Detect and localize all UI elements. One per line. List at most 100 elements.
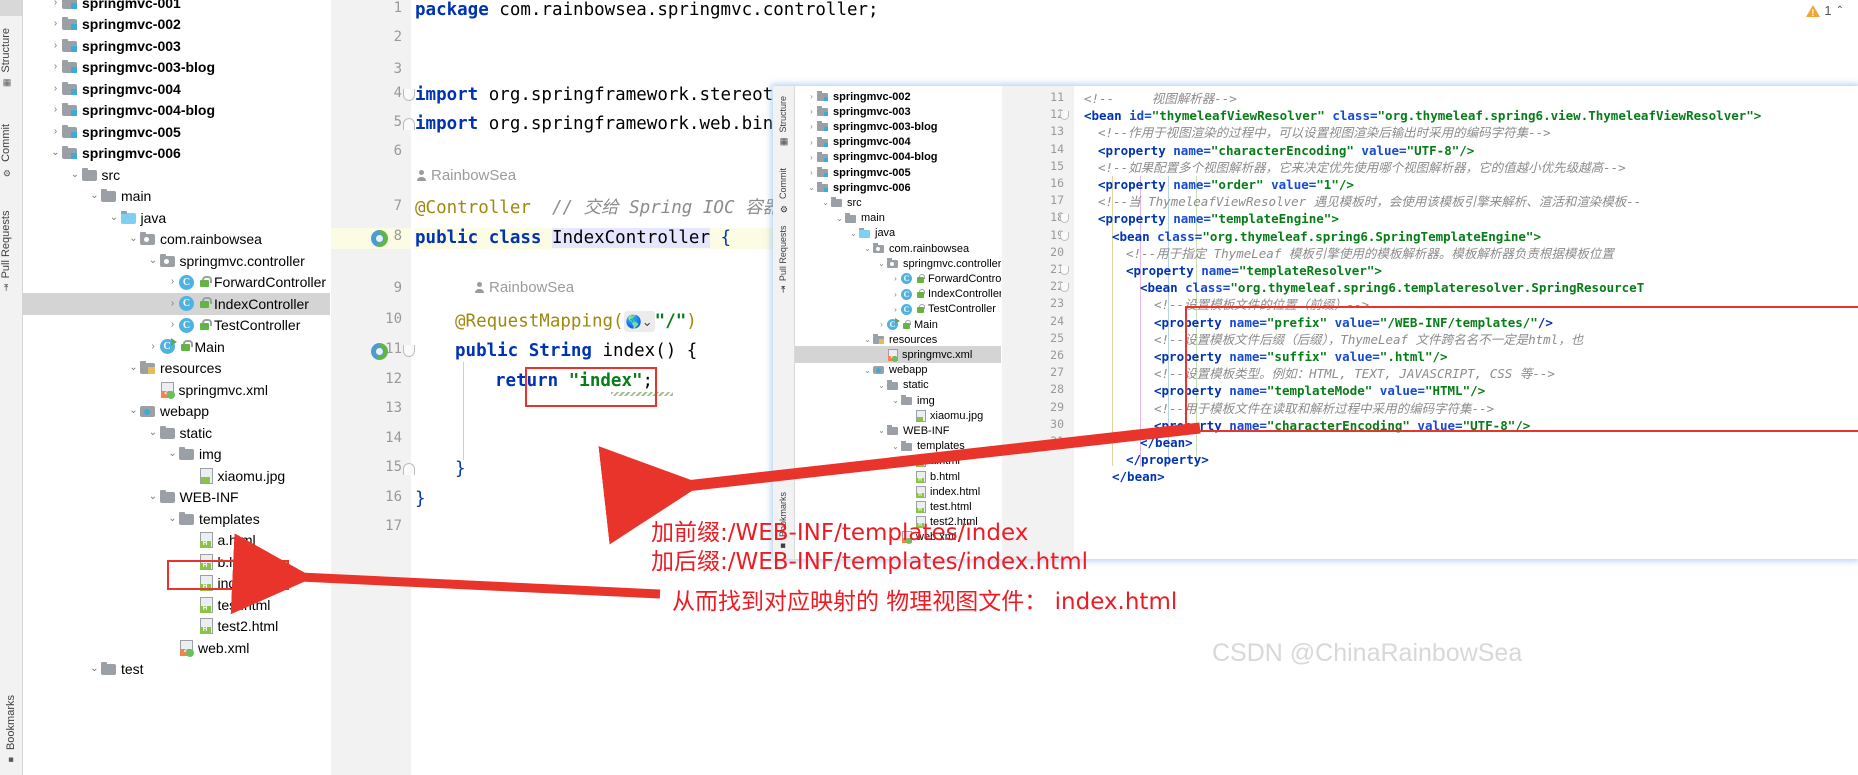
inset-code-fold-toggle[interactable] <box>1060 111 1069 121</box>
tree-expand-arrow[interactable]: › <box>49 0 62 8</box>
inset-code-fold-toggle[interactable] <box>1060 214 1069 224</box>
inset-code-fold-toggle[interactable] <box>1060 231 1069 241</box>
inset-tree-expand-arrow[interactable]: ⌄ <box>848 229 859 238</box>
tree-expand-arrow[interactable]: ⌄ <box>127 234 140 244</box>
tree-expand-arrow[interactable]: ⌄ <box>166 449 179 459</box>
inset-code-editor[interactable]: 11 12 13 14 15 16 17 18 19 20 21 22 23 24 25 26 27 28 29 30… <box>1002 86 1858 559</box>
tree-expand-arrow[interactable]: ⌄ <box>69 169 82 180</box>
inset-tree-expand-arrow[interactable]: › <box>890 290 901 299</box>
tree-expand-arrow[interactable]: ⌄ <box>147 492 160 502</box>
inset-tree-expand-arrow[interactable]: ⌄ <box>806 183 817 192</box>
tree-item-b-html[interactable]: ›Hb.html <box>23 551 330 573</box>
tree-expand-arrow[interactable]: › <box>49 40 62 51</box>
inset-editor-code-area[interactable]: <!-- 视图解析器--> <bean id="thymeleafViewReso… <box>1076 86 1858 559</box>
tree-expand-arrow[interactable]: ⌄ <box>88 664 101 674</box>
spring-bean-gutter-icon[interactable] <box>371 230 388 247</box>
tree-expand-arrow[interactable]: ⌄ <box>127 406 140 416</box>
tree-item-test-html[interactable]: ›Htest.html <box>23 594 330 616</box>
tree-item-templates[interactable]: ⌄ templates <box>23 508 330 530</box>
inset-tree-expand-arrow[interactable]: ⌄ <box>876 381 887 390</box>
tree-expand-arrow[interactable]: › <box>49 105 62 115</box>
tree-item-xiaomu-jpg[interactable]: ›xiaomu.jpg <box>23 465 330 487</box>
project-tree-panel[interactable]: › springmvc-001 › springmvc-002 › springmvc-0… <box>23 0 330 775</box>
tool-button-structure[interactable]: ▦ Structure <box>0 22 12 94</box>
tool-button-commit[interactable]: ⚙ Commit <box>0 118 12 183</box>
tree-item-com-rainbowsea[interactable]: ⌄ com.rainbowsea <box>23 229 330 251</box>
tree-item-img[interactable]: ⌄ img <box>23 444 330 466</box>
tree-item-springmvc-001[interactable]: › springmvc-001 <box>23 0 330 14</box>
tree-item-resources[interactable]: ⌄ resources <box>23 358 330 380</box>
inset-tree-expand-arrow[interactable]: ⌄ <box>876 426 887 435</box>
tree-item-springmvc-002[interactable]: › springmvc-002 <box>23 14 330 36</box>
tree-expand-arrow[interactable]: ⌄ <box>166 513 179 524</box>
tree-expand-arrow[interactable]: ⌄ <box>147 427 160 438</box>
inset-tree-expand-arrow[interactable]: ⌄ <box>862 244 873 253</box>
code-fold-toggle[interactable] <box>403 89 415 101</box>
tree-item-webapp[interactable]: ⌄ webapp <box>23 401 330 423</box>
tree-expand-arrow[interactable]: › <box>49 126 62 137</box>
inset-tree-expand-arrow[interactable]: ⌄ <box>862 366 873 375</box>
inset-tree-expand-arrow[interactable]: › <box>806 153 817 162</box>
tree-expand-arrow[interactable]: › <box>166 277 179 287</box>
tree-item-springmvc-006[interactable]: ⌄ springmvc-006 <box>23 143 330 165</box>
tree-item-springmvc-004[interactable]: › springmvc-004 <box>23 78 330 100</box>
inset-tree-expand-arrow[interactable]: › <box>806 92 817 101</box>
tree-item-indexcontroller[interactable]: › C IndexController <box>23 293 330 315</box>
tree-item-src[interactable]: ⌄ src <box>23 164 330 186</box>
inset-tool-button-structure[interactable]: ▦ Structure <box>778 96 788 147</box>
inset-tree-expand-arrow[interactable]: › <box>806 122 817 131</box>
inspection-warning-indicator[interactable]: 1 ⌃ <box>1806 3 1844 18</box>
tree-expand-arrow[interactable]: ⌄ <box>88 191 101 201</box>
tree-item-static[interactable]: ⌄ static <box>23 422 330 444</box>
tree-expand-arrow[interactable]: › <box>147 341 160 352</box>
tree-item-springmvc-controller[interactable]: ⌄ springmvc.controller <box>23 250 330 272</box>
inset-tree-expand-arrow[interactable]: ⌄ <box>862 335 873 344</box>
inset-tool-button-commit[interactable]: ⚙ Commit <box>778 168 788 213</box>
tree-item-springmvc-003-blog[interactable]: › springmvc-003-blog <box>23 57 330 79</box>
inset-tree-expand-arrow[interactable]: ⌄ <box>834 214 845 223</box>
code-fold-toggle[interactable] <box>403 118 415 130</box>
tree-item-springmvc-005[interactable]: › springmvc-005 <box>23 121 330 143</box>
tree-expand-arrow[interactable]: › <box>49 19 62 29</box>
tree-expand-arrow[interactable]: ⌄ <box>127 363 140 373</box>
chevron-up-icon[interactable]: ⌃ <box>1836 5 1844 16</box>
code-fold-toggle[interactable] <box>403 345 415 357</box>
inset-tree-expand-arrow[interactable]: ⌄ <box>820 198 831 207</box>
tree-item-springmvc-xml[interactable]: ›<springmvc.xml <box>23 379 330 401</box>
tree-item-main[interactable]: › C Main <box>23 336 330 358</box>
inset-tree-expand-arrow[interactable]: › <box>890 305 901 314</box>
tree-expand-arrow[interactable]: ⌄ <box>49 148 62 158</box>
tree-expand-arrow[interactable]: › <box>166 298 179 309</box>
tree-item-a-html[interactable]: ›Ha.html <box>23 530 330 552</box>
tree-item-test[interactable]: ⌄ test <box>23 659 330 681</box>
tree-item-java[interactable]: ⌄ java <box>23 207 330 229</box>
inset-tree-expand-arrow[interactable]: › <box>806 168 817 177</box>
tree-item-main[interactable]: ⌄ main <box>23 186 330 208</box>
tree-expand-arrow[interactable]: › <box>49 62 62 72</box>
inset-tree-expand-arrow[interactable]: › <box>876 320 887 329</box>
tool-button-pull-requests[interactable]: ⇥ Pull Requests <box>0 205 12 297</box>
tree-item-test2-html[interactable]: ›Htest2.html <box>23 616 330 638</box>
spring-mapping-gutter-icon[interactable] <box>371 343 388 360</box>
inset-tree-expand-arrow[interactable]: ⌄ <box>890 396 901 405</box>
inset-tree-expand-arrow[interactable]: ⌄ <box>876 259 887 268</box>
tree-item-forwardcontroller[interactable]: › C ForwardController <box>23 272 330 294</box>
tree-item-web-xml[interactable]: ›<web.xml <box>23 637 330 659</box>
url-mapping-chip[interactable]: 🌎⌄ <box>623 311 655 332</box>
inset-tool-button-pull-requests[interactable]: ⇥ Pull Requests <box>778 226 788 293</box>
tree-expand-arrow[interactable]: › <box>49 83 62 94</box>
inset-code-fold-toggle[interactable] <box>1060 266 1069 275</box>
tree-item-springmvc-003[interactable]: › springmvc-003 <box>23 35 330 57</box>
tree-item-testcontroller[interactable]: › C TestController <box>23 315 330 337</box>
tree-item-index-html[interactable]: ›Hindex.html <box>23 573 330 595</box>
inset-tree-expand-arrow[interactable]: › <box>806 138 817 147</box>
inset-tree-expand-arrow[interactable]: › <box>890 274 901 283</box>
tree-expand-arrow[interactable]: › <box>166 320 179 330</box>
tool-button-bookmarks[interactable]: ■ Bookmarks <box>5 689 17 771</box>
inset-tree-expand-arrow[interactable]: › <box>806 107 817 116</box>
tree-item-springmvc-004-blog[interactable]: › springmvc-004-blog <box>23 100 330 122</box>
tree-expand-arrow[interactable]: ⌄ <box>147 255 160 266</box>
tree-item-web-inf[interactable]: ⌄ WEB-INF <box>23 487 330 509</box>
inset-project-tree[interactable]: › springmvc-002 › springmvc-003 › springmvc-0… <box>795 86 1001 559</box>
inset-code-fold-toggle[interactable] <box>1060 283 1069 293</box>
